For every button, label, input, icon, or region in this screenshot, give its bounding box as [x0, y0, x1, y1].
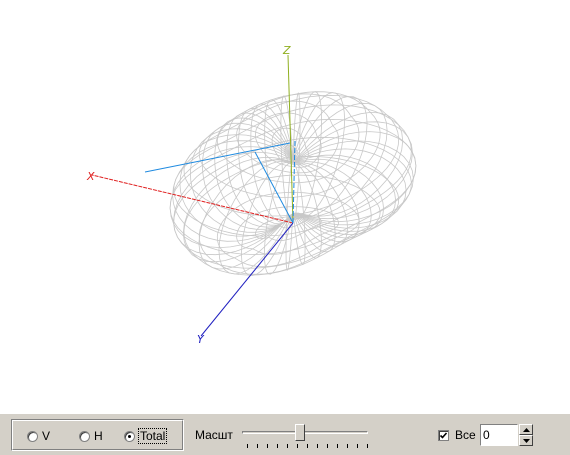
slider-tick — [327, 444, 328, 448]
bottom-toolbar: V H Total Масшт Все — [0, 413, 570, 455]
radio-v[interactable]: V — [27, 429, 50, 443]
pattern-3d-viewport[interactable]: X Y Z — [0, 0, 570, 413]
value-input[interactable] — [480, 424, 518, 446]
slider-tick — [257, 444, 258, 448]
slider-tick — [247, 444, 248, 448]
slider-tick — [337, 444, 338, 448]
slider-thumb[interactable] — [295, 424, 305, 441]
polarization-group: V H Total — [11, 419, 184, 451]
scale-slider[interactable] — [240, 424, 370, 448]
spin-down-button[interactable] — [519, 435, 533, 446]
z-axis-line — [287, 54, 294, 224]
radio-total-label: Total — [137, 428, 168, 444]
slider-tick — [277, 444, 278, 448]
radio-h[interactable]: H — [79, 429, 103, 443]
slider-tick — [287, 444, 288, 448]
radiation-pattern-plot[interactable]: X Y Z — [0, 0, 570, 413]
radio-total[interactable]: Total — [124, 428, 168, 444]
y-axis-label: Y — [197, 333, 205, 346]
pattern-mesh — [169, 91, 417, 277]
mesh-longitude-line — [218, 160, 294, 275]
slider-tick — [317, 444, 318, 448]
slider-tick — [347, 444, 348, 448]
radio-h-label: H — [94, 429, 103, 443]
spin-up-button[interactable] — [519, 424, 533, 435]
slider-tick — [267, 444, 268, 448]
all-checkbox-label: Все — [455, 428, 476, 442]
scale-label: Масшт — [195, 428, 233, 442]
all-checkbox-box[interactable] — [438, 429, 449, 441]
check-mark-icon — [439, 431, 448, 439]
arrow-up-icon — [523, 428, 530, 432]
slider-track — [242, 431, 368, 434]
slider-tick — [367, 444, 368, 448]
radio-h-indicator[interactable] — [79, 430, 90, 442]
all-checkbox[interactable]: Все — [438, 428, 476, 442]
arrow-down-icon — [523, 439, 530, 443]
x-axis-label: X — [86, 170, 95, 183]
slider-tick — [307, 444, 308, 448]
slider-tick — [357, 444, 358, 448]
radio-v-label: V — [42, 429, 51, 443]
z-axis-label: Z — [282, 44, 291, 57]
radio-total-indicator[interactable] — [124, 430, 135, 442]
slider-tick — [297, 444, 298, 448]
value-spinner[interactable] — [519, 424, 533, 446]
radio-v-indicator[interactable] — [27, 430, 38, 442]
